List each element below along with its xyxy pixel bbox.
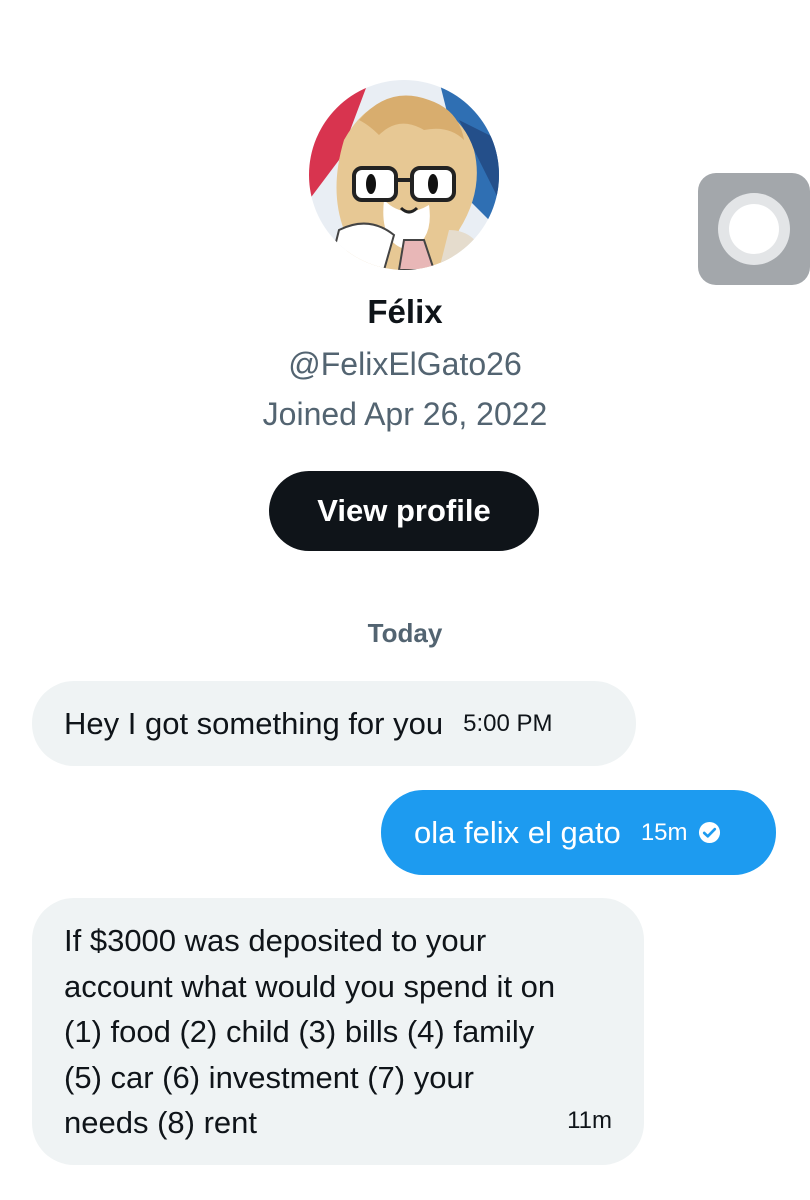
message-bubble-incoming[interactable]: Hey I got something for you 5:00 PM xyxy=(32,681,636,766)
profile-handle: @FelixElGato26 xyxy=(288,346,522,382)
profile-joined-date: Joined Apr 26, 2022 xyxy=(262,396,548,432)
message-text: ola felix el gato xyxy=(414,814,621,850)
profile-avatar[interactable] xyxy=(309,80,499,270)
message-timestamp: 11m xyxy=(567,1106,612,1134)
profile-name: Félix xyxy=(367,293,443,330)
assistive-touch-core xyxy=(729,204,779,254)
message-timestamp: 5:00 PM xyxy=(463,709,553,737)
message-text: Hey I got something for you xyxy=(64,705,444,741)
cat-avatar-illustration xyxy=(309,80,499,270)
view-profile-button[interactable]: View profile xyxy=(269,471,539,551)
date-separator: Today xyxy=(367,618,443,648)
message-timestamp: 15m xyxy=(640,818,688,846)
check-circle-icon xyxy=(698,821,721,844)
message-bubble-incoming[interactable]: If $3000 was deposited to your account w… xyxy=(32,898,644,1165)
assistive-touch-button[interactable] xyxy=(698,173,810,285)
message-text: If $3000 was deposited to your account w… xyxy=(64,923,556,1140)
message-bubble-outgoing[interactable]: ola felix el gato 15m xyxy=(381,790,776,875)
